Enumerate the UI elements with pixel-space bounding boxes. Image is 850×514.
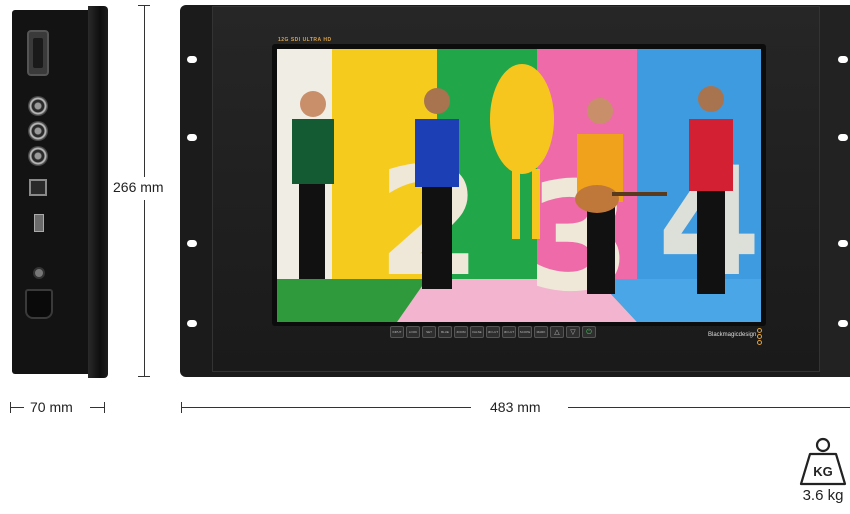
- usb-port: [34, 214, 44, 232]
- rack-hole: [838, 56, 848, 63]
- weight-value: 3.6 kg: [802, 487, 844, 504]
- sdi-bnc-connector-1: [28, 96, 48, 116]
- height-label: 266 mm: [113, 179, 164, 195]
- rack-hole: [187, 56, 197, 63]
- rack-hole: [838, 320, 848, 327]
- control-button-row: INPUT LOOK SET DELAY BLUE ONLY ZOOM FALS…: [390, 326, 650, 346]
- mark-button[interactable]: MARK: [534, 326, 548, 338]
- screen-badge: 12G SDI ULTRA HD: [278, 37, 332, 43]
- ethernet-port: [29, 179, 47, 196]
- zoom-button[interactable]: ZOOM: [454, 326, 468, 338]
- brand-logo-mark: [757, 328, 763, 346]
- depth-line-left: [10, 407, 24, 408]
- depth-tick-right: [104, 402, 105, 413]
- monitor-screen-image: 2 3 4: [277, 49, 761, 322]
- blue-only-button[interactable]: BLUE ONLY: [438, 326, 452, 338]
- rack-hole: [838, 134, 848, 141]
- input-button[interactable]: INPUT: [390, 326, 404, 338]
- down-button[interactable]: ▽: [566, 326, 580, 338]
- power-jack: [33, 267, 45, 279]
- sdi-bnc-connector-2: [28, 121, 48, 141]
- width-label: 483 mm: [490, 399, 541, 415]
- false-color-button[interactable]: FALSE: [470, 326, 484, 338]
- depth-line-right: [90, 407, 104, 408]
- lut-2-button[interactable]: 3D LUT 2: [502, 326, 516, 338]
- rack-hole: [838, 240, 848, 247]
- width-line-left: [181, 407, 471, 408]
- kg-weight-icon: KG: [799, 437, 847, 486]
- side-view-bezel: [88, 6, 108, 378]
- sdi-bnc-connector-3: [28, 146, 48, 166]
- height-line-top: [144, 5, 145, 177]
- height-line-bottom: [144, 200, 145, 377]
- look-button[interactable]: LOOK: [406, 326, 420, 338]
- lut-1-button[interactable]: 3D LUT 1: [486, 326, 500, 338]
- depth-label: 70 mm: [30, 399, 73, 415]
- side-view-chassis: [12, 10, 96, 374]
- rack-hole: [187, 134, 197, 141]
- up-button[interactable]: △: [550, 326, 564, 338]
- rack-hole: [187, 320, 197, 327]
- kg-icon-text: KG: [813, 464, 833, 479]
- weight-indicator: KG 3.6 kg: [796, 436, 850, 514]
- power-button[interactable]: ⏻: [582, 326, 596, 338]
- rack-hole: [187, 240, 197, 247]
- db9-connector: [27, 30, 49, 76]
- scope-button[interactable]: SCOPE: [518, 326, 532, 338]
- set-delay-button[interactable]: SET DELAY: [422, 326, 436, 338]
- iec-power-inlet: [25, 289, 53, 319]
- screen-scene-illustration: 2 3 4: [277, 49, 761, 322]
- brand-logo-text: Blackmagicdesign: [708, 332, 757, 338]
- width-line-right: [568, 407, 850, 408]
- height-tick-bottom: [138, 376, 150, 377]
